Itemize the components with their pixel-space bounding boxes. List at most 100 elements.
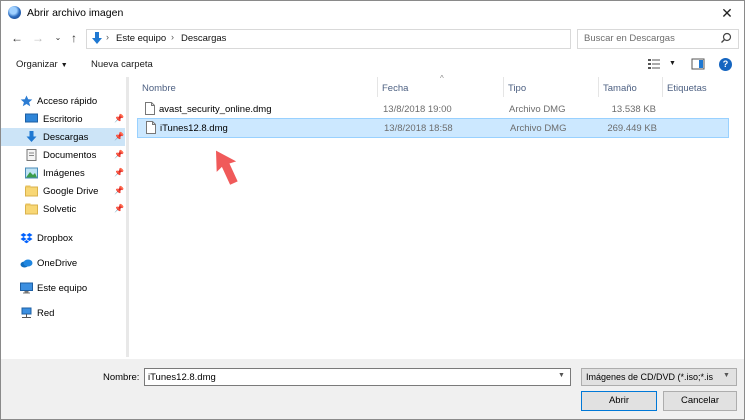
pin-icon[interactable]: 📌 <box>114 150 124 159</box>
sidebar-item-documents[interactable]: Documentos 📌 <box>1 146 125 164</box>
file-list: ^ Nombre Fecha Tipo Tamaño Etiquetas ava… <box>137 74 737 357</box>
sidebar-item-label: Google Drive <box>43 186 99 197</box>
file-icon <box>145 102 155 115</box>
view-dropdown-icon[interactable]: ▼ <box>669 60 676 67</box>
recent-locations-chevron-icon[interactable]: ⌄ <box>51 31 65 45</box>
sidebar-item-this-pc[interactable]: Este equipo <box>1 279 125 297</box>
star-icon <box>20 95 33 107</box>
network-icon <box>21 307 32 318</box>
search-input[interactable]: Buscar en Descargas <box>577 29 739 49</box>
sidebar-item-label: Red <box>37 308 55 319</box>
column-header-size[interactable]: Tamaño <box>598 77 662 97</box>
folder-icon <box>25 203 38 215</box>
file-type: Archivo DMG <box>510 123 567 134</box>
search-icon <box>721 32 732 43</box>
file-name: iTunes12.8.dmg <box>160 123 228 134</box>
sidebar-item-dropbox[interactable]: Dropbox <box>1 229 125 247</box>
table-row[interactable]: avast_security_online.dmg 13/8/2018 19:0… <box>137 100 727 118</box>
sidebar-item-label: Escritorio <box>43 114 83 125</box>
navigation-pane: Acceso rápido Escritorio 📌 Descargas 📌 D… <box>1 77 129 357</box>
close-button[interactable]: ✕ <box>717 3 737 23</box>
file-date: 13/8/2018 19:00 <box>383 104 452 115</box>
open-button[interactable]: Abrir <box>581 391 657 411</box>
organize-label: Organizar <box>16 59 58 70</box>
file-size: 13.538 KB <box>611 104 656 115</box>
pin-icon[interactable]: 📌 <box>114 204 124 213</box>
computer-icon <box>20 282 33 294</box>
breadcrumb-separator[interactable]: › <box>171 32 174 42</box>
new-folder-button[interactable]: Nueva carpeta <box>91 59 153 70</box>
sidebar-item-label: Imágenes <box>43 168 85 179</box>
sidebar-item-label: Solvetic <box>43 204 77 215</box>
navigation-pane-scrollbar[interactable] <box>126 77 129 357</box>
navigation-bar: ← → ⌄ ↑ › Este equipo › Descargas ⌄ ↻ Bu… <box>1 28 744 50</box>
chevron-down-icon[interactable]: ▼ <box>723 372 730 379</box>
open-image-dialog: Abrir archivo imagen ✕ ← → ⌄ ↑ › Este eq… <box>0 0 745 420</box>
sidebar-item-label: Descargas <box>43 132 89 143</box>
sidebar-item-quick-access[interactable]: Acceso rápido <box>1 92 125 110</box>
help-icon[interactable]: ? <box>719 58 732 71</box>
forward-arrow-icon[interactable]: → <box>31 31 45 45</box>
chevron-down-icon[interactable]: ▼ <box>558 372 565 379</box>
file-name-input[interactable]: iTunes12.8.dmg ▼ <box>144 368 571 386</box>
documents-icon <box>26 149 37 161</box>
caret-down-icon: ▼ <box>60 62 68 69</box>
pin-icon[interactable]: 📌 <box>114 114 124 123</box>
column-header-date[interactable]: Fecha <box>377 77 503 97</box>
view-options-icon[interactable] <box>647 58 661 70</box>
file-type-filter-select[interactable]: Imágenes de CD/DVD (*.iso;*.is ▼ <box>581 368 737 386</box>
dialog-footer: Nombre: iTunes12.8.dmg ▼ Imágenes de CD/… <box>1 359 744 419</box>
sidebar-item-network[interactable]: Red <box>1 304 125 322</box>
sidebar-item-google-drive[interactable]: Google Drive 📌 <box>1 182 125 200</box>
file-name-value: iTunes12.8.dmg <box>148 372 216 383</box>
dropbox-icon <box>20 233 33 244</box>
column-header-label: Tipo <box>508 83 527 94</box>
pin-icon[interactable]: 📌 <box>114 132 124 141</box>
title-bar: Abrir archivo imagen ✕ <box>1 1 744 25</box>
downloads-folder-icon <box>92 32 102 44</box>
pin-icon[interactable]: 📌 <box>114 168 124 177</box>
sidebar-item-desktop[interactable]: Escritorio 📌 <box>1 110 125 128</box>
table-row-selected[interactable]: iTunes12.8.dmg 13/8/2018 18:58 Archivo D… <box>137 118 729 138</box>
column-header-tags[interactable]: Etiquetas <box>662 77 727 97</box>
onedrive-cloud-icon <box>20 259 33 268</box>
column-header-label: Nombre <box>142 83 176 94</box>
sidebar-item-label: Dropbox <box>37 233 73 244</box>
command-bar: Organizar ▼ Nueva carpeta ▼ ? <box>1 55 744 75</box>
breadcrumb-separator[interactable]: › <box>106 32 109 42</box>
file-name: avast_security_online.dmg <box>159 104 272 115</box>
file-name-label: Nombre: <box>103 372 140 383</box>
breadcrumb-this-pc[interactable]: Este equipo <box>116 33 166 44</box>
folder-icon <box>25 185 38 197</box>
up-arrow-icon[interactable]: ↑ <box>67 31 81 45</box>
sidebar-item-label: Acceso rápido <box>37 96 98 107</box>
organize-button[interactable]: Organizar ▼ <box>16 59 68 70</box>
column-header-type[interactable]: Tipo <box>503 77 598 97</box>
search-placeholder: Buscar en Descargas <box>584 33 675 44</box>
sidebar-item-downloads[interactable]: Descargas 📌 <box>1 128 125 146</box>
download-icon <box>26 131 37 142</box>
sidebar-item-pictures[interactable]: Imágenes 📌 <box>1 164 125 182</box>
file-type-filter-value: Imágenes de CD/DVD (*.iso;*.is <box>586 372 714 382</box>
annotation-arrow-icon <box>215 150 238 185</box>
sidebar-item-label: Este equipo <box>37 283 88 294</box>
sidebar-item-solvetic[interactable]: Solvetic 📌 <box>1 200 125 218</box>
cancel-button[interactable]: Cancelar <box>663 391 737 411</box>
preview-pane-icon[interactable] <box>691 58 705 70</box>
sidebar-item-label: Documentos <box>43 150 97 161</box>
file-date: 13/8/2018 18:58 <box>384 123 453 134</box>
column-header-label: Fecha <box>382 83 409 94</box>
back-arrow-icon[interactable]: ← <box>10 31 24 45</box>
app-disc-icon <box>8 6 21 19</box>
desktop-icon <box>25 113 38 123</box>
column-header-label: Tamaño <box>603 83 637 94</box>
file-icon <box>146 121 156 134</box>
sidebar-item-label: OneDrive <box>37 258 78 269</box>
address-bar[interactable]: › Este equipo › Descargas ⌄ ↻ <box>86 29 650 49</box>
file-size: 269.449 KB <box>607 123 657 134</box>
pin-icon[interactable]: 📌 <box>114 186 124 195</box>
breadcrumb-downloads[interactable]: Descargas <box>181 33 226 44</box>
sidebar-item-onedrive[interactable]: OneDrive <box>1 254 125 272</box>
column-header-name[interactable]: Nombre <box>137 77 377 97</box>
pictures-icon <box>25 167 38 179</box>
